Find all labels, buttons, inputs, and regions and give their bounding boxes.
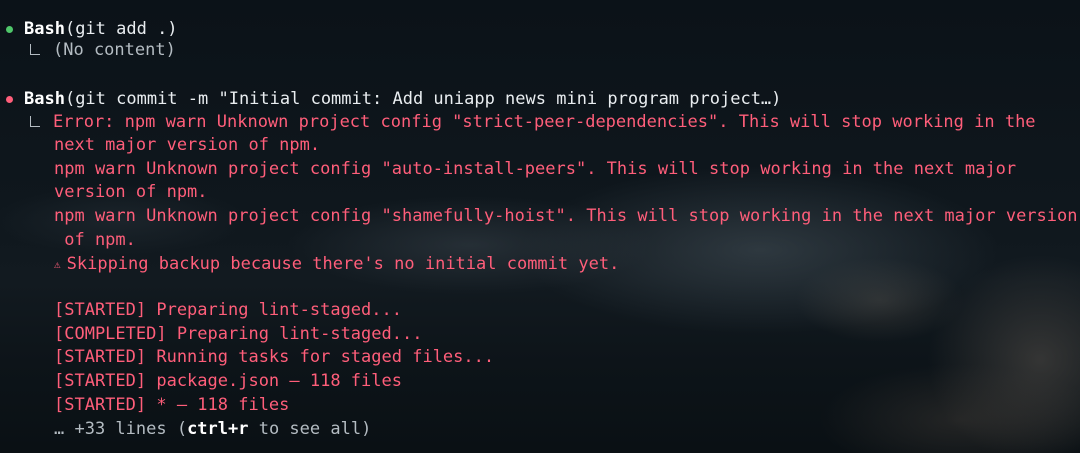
error-line: npm warn Unknown project config "shamefu… bbox=[54, 206, 1078, 226]
terminal-output: Bash(git add .) (No content) Bash(git co… bbox=[0, 0, 1080, 453]
log-line: [STARTED] Preparing lint-staged... bbox=[54, 300, 402, 320]
log-line: [STARTED] * — 118 files bbox=[54, 395, 290, 415]
warning-text: Skipping backup because there's no initi… bbox=[66, 254, 620, 274]
result-connector-icon bbox=[30, 116, 40, 127]
tool-name: Bash bbox=[24, 89, 65, 109]
error-line: of npm. bbox=[54, 230, 136, 250]
warning-line: ⚠ Skipping backup because there's no init… bbox=[54, 252, 619, 276]
status-dot-success bbox=[6, 26, 13, 33]
error-line: next major version of npm. bbox=[54, 135, 321, 155]
log-line: [STARTED] Running tasks for staged files… bbox=[54, 347, 495, 367]
truncated-lines-hint[interactable]: … +33 lines (ctrl+r to see all) bbox=[54, 417, 371, 441]
result-connector-icon bbox=[30, 44, 40, 55]
keyboard-shortcut: ctrl+r bbox=[187, 419, 249, 439]
tool-command: (git add .) bbox=[64, 19, 178, 39]
error-line: npm warn Unknown project config "auto-in… bbox=[54, 159, 1017, 179]
error-line: Error: npm warn Unknown project config "… bbox=[30, 110, 1036, 134]
tool-command: (git commit -m "Initial commit: Add unia… bbox=[64, 89, 782, 109]
status-dot-error bbox=[6, 96, 13, 103]
result-text: (No content) bbox=[53, 40, 176, 60]
tool-result: (No content) bbox=[30, 38, 176, 62]
tool-name: Bash bbox=[24, 19, 65, 39]
log-line: [STARTED] package.json — 118 files bbox=[54, 371, 402, 391]
log-line: [COMPLETED] Preparing lint-staged... bbox=[54, 324, 423, 344]
error-line: version of npm. bbox=[54, 182, 208, 202]
warning-triangle-icon: ⚠ bbox=[54, 258, 61, 271]
tool-call-header: Bash(git commit -m "Initial commit: Add … bbox=[24, 87, 781, 111]
